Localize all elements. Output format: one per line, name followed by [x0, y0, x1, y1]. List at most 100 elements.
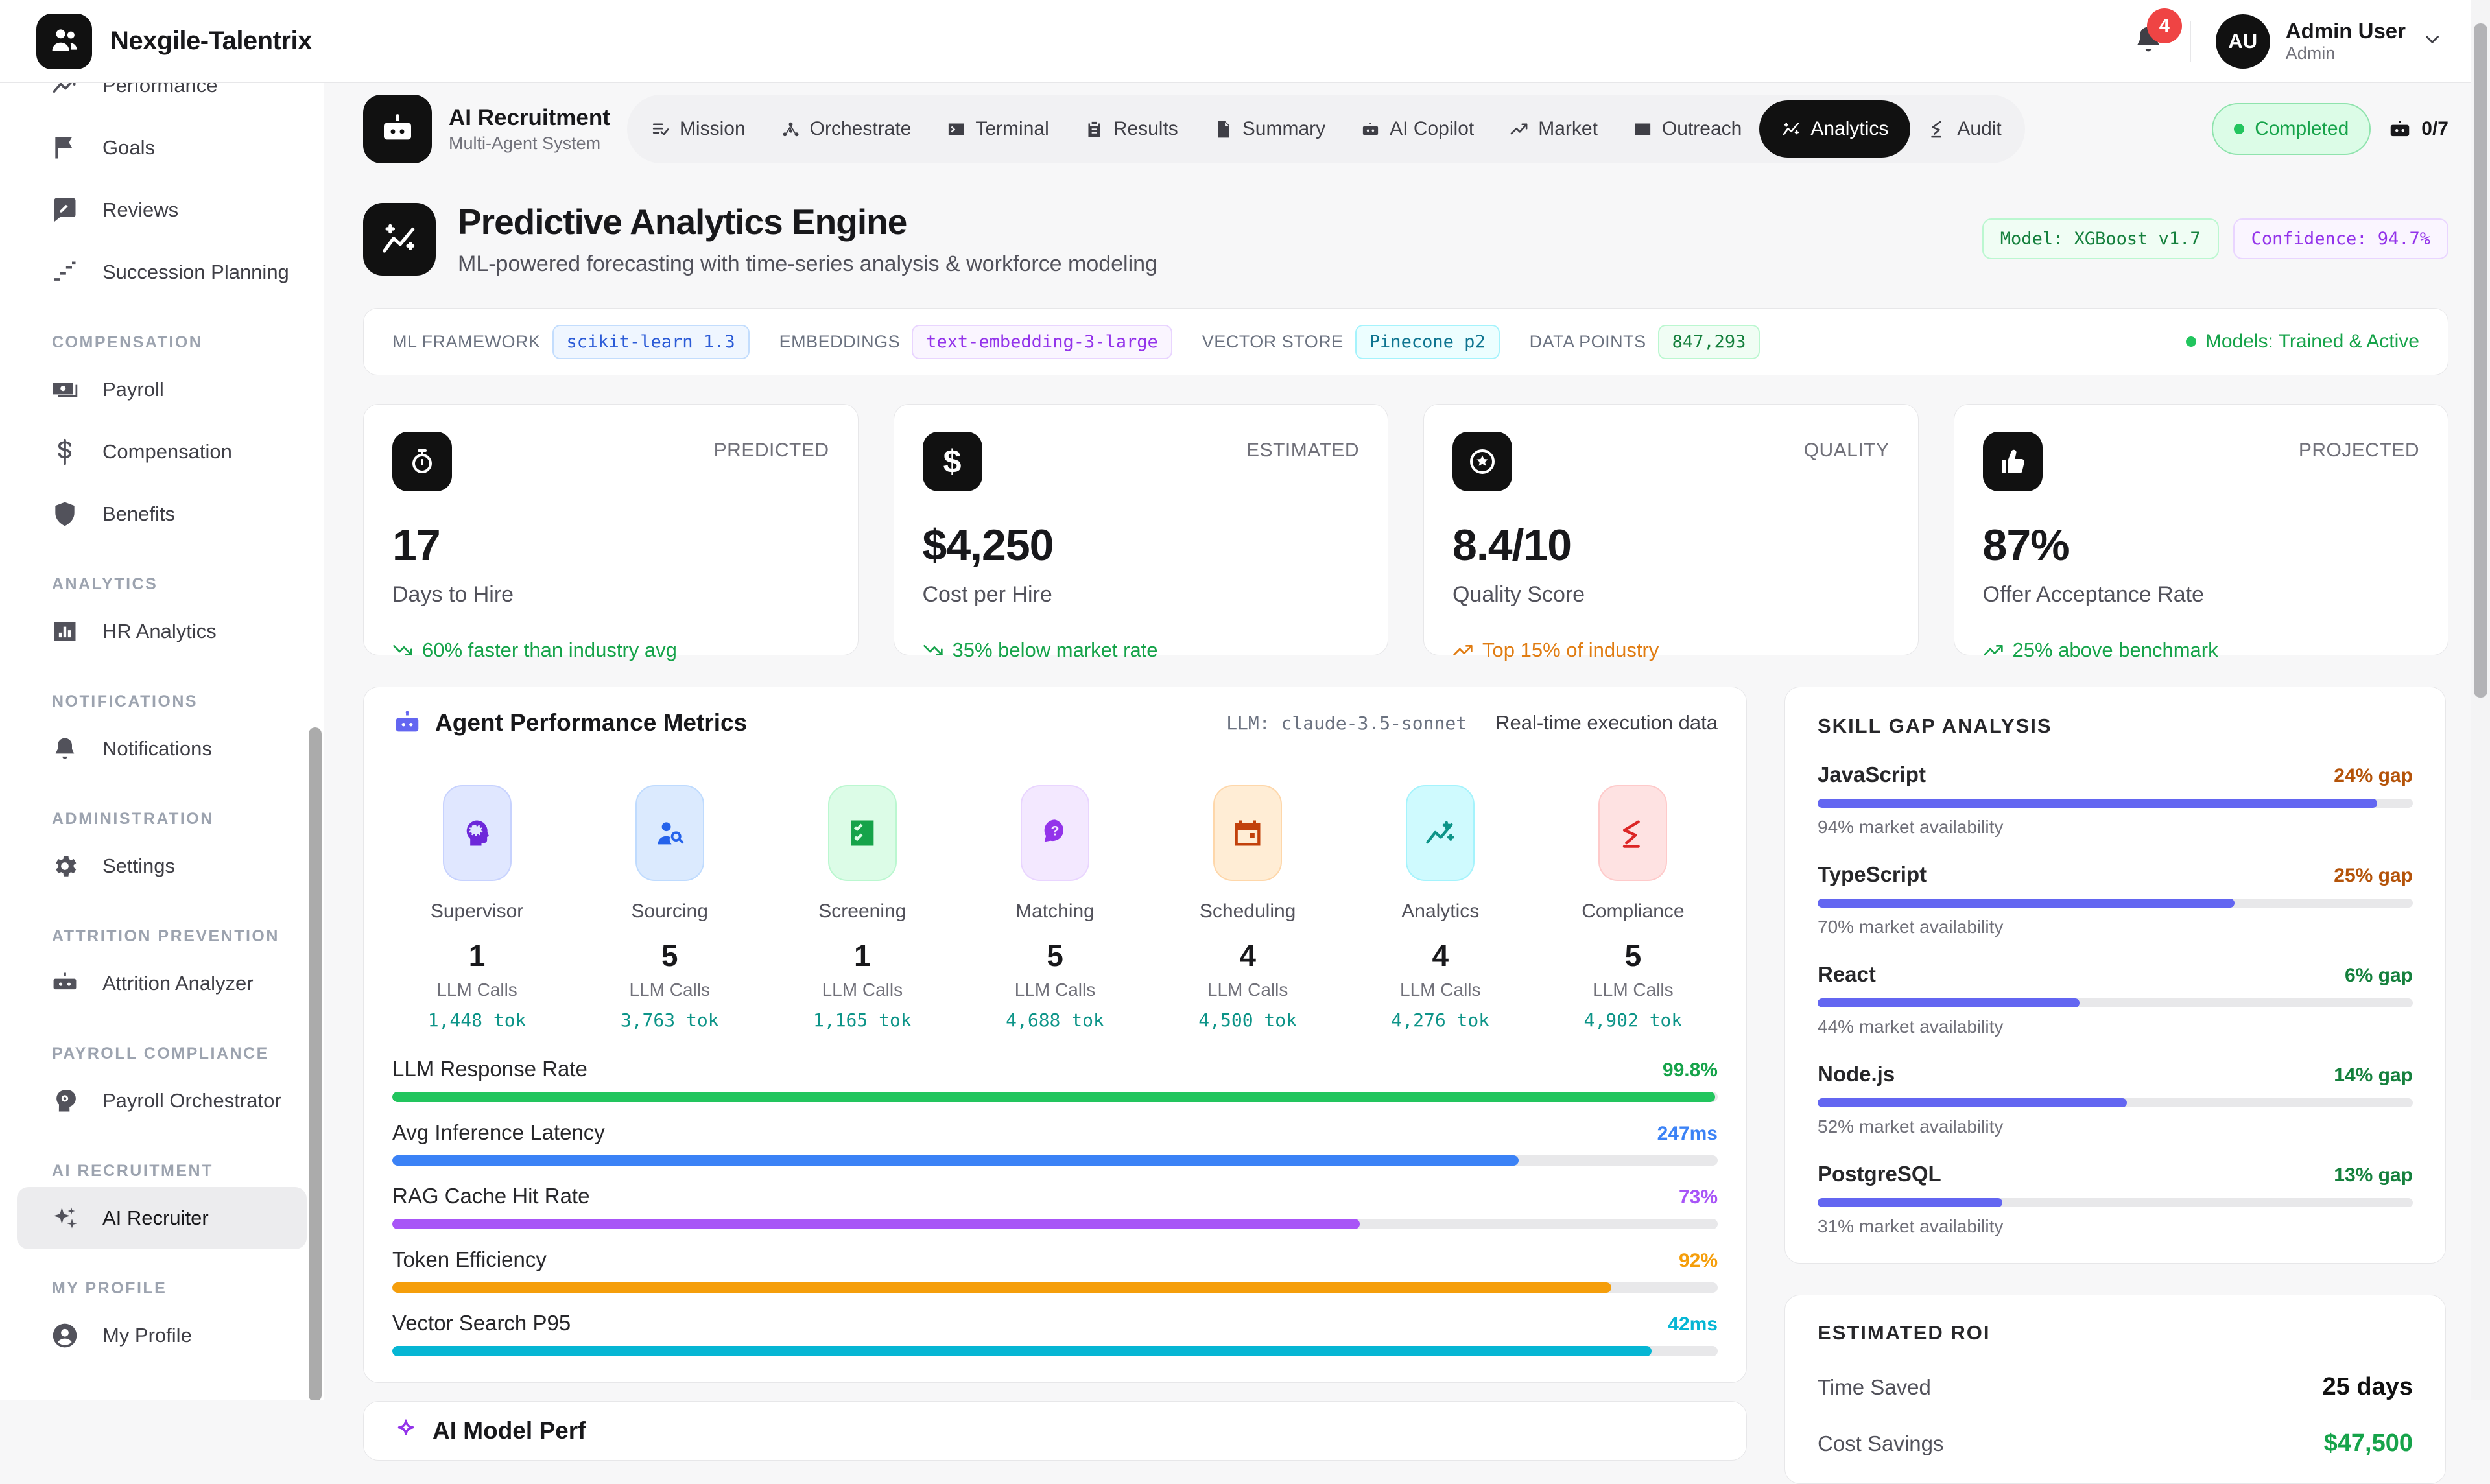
- checklist-icon: [828, 785, 897, 881]
- clipboard-icon: [1084, 119, 1104, 139]
- sidebar-item-attrition-analyzer[interactable]: Attrition Analyzer: [0, 952, 324, 1015]
- card-trend-label: 35% below market rate: [953, 639, 1158, 662]
- metric-value: 73%: [1679, 1186, 1718, 1208]
- sparkle-icon: [392, 1417, 420, 1444]
- progress-fill: [392, 1219, 1360, 1229]
- page-header: Predictive Analytics Engine ML-powered f…: [363, 201, 2448, 277]
- module-tab-bar: AI Recruitment Multi-Agent System Missio…: [363, 95, 2448, 163]
- scales-icon: [1598, 785, 1667, 881]
- skill-name: React: [1818, 962, 1876, 987]
- agent-tokens: 1,448 tok: [428, 1009, 527, 1031]
- sidebar-item-goals[interactable]: Goals: [0, 117, 324, 179]
- sidebar-item-my-profile[interactable]: My Profile: [0, 1304, 324, 1367]
- tab-label: Audit: [1957, 118, 2001, 140]
- agent-sourcing: Sourcing 5 LLM Calls 3,763 tok: [573, 785, 766, 1031]
- brand-logo: [36, 14, 92, 69]
- trend-up-icon: [1452, 640, 1473, 661]
- skill-track: [1818, 1098, 2413, 1107]
- tab-ai-copilot[interactable]: AI Copilot: [1343, 100, 1491, 158]
- sidebar-item-succession-planning[interactable]: Succession Planning: [0, 241, 324, 303]
- tab-analytics[interactable]: Analytics: [1759, 100, 1910, 158]
- sidebar-item-benefits[interactable]: Benefits: [0, 483, 324, 545]
- dollar-icon: $: [923, 432, 982, 491]
- window-scrollbar-thumb[interactable]: [2474, 23, 2487, 698]
- data-points-value: 847,293: [1658, 325, 1761, 359]
- user-menu[interactable]: AU Admin User Admin: [2216, 14, 2443, 69]
- robot-icon: [1360, 119, 1381, 139]
- stat-cards: PREDICTED 17 Days to Hire 60% faster tha…: [363, 404, 2448, 655]
- sidebar-item-reviews[interactable]: Reviews: [0, 179, 324, 241]
- bell-icon: [2131, 48, 2165, 59]
- progress-fill: [392, 1155, 1519, 1166]
- skill-track: [1818, 1198, 2413, 1207]
- notifications-button[interactable]: 4: [2131, 23, 2165, 60]
- sidebar-section-compensation: COMPENSATION: [0, 333, 324, 352]
- skill-fill: [1818, 998, 2080, 1007]
- metric-llm-response-rate: LLM Response Rate 99.8%: [392, 1057, 1718, 1102]
- roi-label: Time Saved: [1818, 1375, 1931, 1400]
- window-scrollbar[interactable]: [2471, 0, 2490, 1400]
- card-tag: PROJECTED: [2299, 440, 2419, 462]
- sidebar-item-ai-recruiter[interactable]: AI Recruiter: [17, 1187, 307, 1249]
- tab-label: AI Copilot: [1390, 118, 1474, 140]
- tab-summary[interactable]: Summary: [1196, 100, 1343, 158]
- sidebar-item-label: Payroll: [102, 378, 164, 401]
- skill-availability: 52% market availability: [1818, 1116, 2413, 1137]
- user-circle-icon: [51, 1321, 79, 1350]
- tab-outreach[interactable]: Outreach: [1615, 100, 1759, 158]
- progress-fill: [392, 1282, 1611, 1293]
- module-icon: [363, 95, 432, 163]
- metric-label: Token Efficiency: [392, 1247, 547, 1272]
- tab-orchestrate[interactable]: Orchestrate: [763, 100, 929, 158]
- sidebar-item-settings[interactable]: Settings: [0, 835, 324, 897]
- skill-fill: [1818, 899, 2235, 908]
- sidebar-scrollbar-thumb[interactable]: [309, 727, 322, 1400]
- list-icon: [650, 119, 670, 139]
- panel-title: SKILL GAP ANALYSIS: [1818, 714, 2413, 738]
- metric-token-efficiency: Token Efficiency 92%: [392, 1247, 1718, 1293]
- sidebar-section-notifications: NOTIFICATIONS: [0, 692, 324, 711]
- sidebar: Performance Goals Reviews Succession Pla…: [0, 83, 324, 1400]
- robot-icon: [2388, 117, 2412, 141]
- sidebar-item-performance[interactable]: Performance: [0, 83, 324, 117]
- data-points-label: DATA POINTS: [1530, 332, 1646, 352]
- agent-name: Compliance: [1582, 901, 1684, 923]
- tab-mission[interactable]: Mission: [633, 100, 763, 158]
- progress-fill: [392, 1092, 1715, 1102]
- sidebar-item-compensation[interactable]: Compensation: [0, 421, 324, 483]
- tab-results[interactable]: Results: [1067, 100, 1196, 158]
- skill-fill: [1818, 1098, 2127, 1107]
- agent-tokens: 4,500 tok: [1198, 1009, 1297, 1031]
- panel-title: ESTIMATED ROI: [1818, 1321, 2413, 1345]
- metric-vector-search-p95: Vector Search P95 42ms: [392, 1311, 1718, 1356]
- metric-avg-inference-latency: Avg Inference Latency 247ms: [392, 1120, 1718, 1166]
- svg-text:?: ?: [1050, 822, 1059, 838]
- skill-typescript: TypeScript 25% gap 70% market availabili…: [1818, 862, 2413, 937]
- metric-label: Avg Inference Latency: [392, 1120, 605, 1145]
- ml-framework-value: scikit-learn 1.3: [552, 325, 750, 359]
- agent-call-count: 1: [469, 938, 486, 973]
- robot-gear-icon: [51, 1087, 79, 1115]
- agent-name: Scheduling: [1200, 901, 1296, 923]
- agent-calls-label: LLM Calls: [436, 980, 517, 1000]
- sidebar-section-payroll-compliance: PAYROLL COMPLIANCE: [0, 1044, 324, 1063]
- card-label: Offer Acceptance Rate: [1983, 582, 2420, 607]
- supervisor-head-gear-icon: [443, 785, 512, 881]
- status-dot: [2234, 124, 2244, 134]
- tab-terminal[interactable]: Terminal: [929, 100, 1066, 158]
- progress-count: 0/7: [2421, 118, 2448, 140]
- roi-value: 25 days: [2323, 1373, 2413, 1401]
- sidebar-item-notifications[interactable]: Notifications: [0, 718, 324, 780]
- skill-gap: 24% gap: [2334, 765, 2413, 787]
- sidebar-item-payroll[interactable]: Payroll: [0, 359, 324, 421]
- sidebar-item-hr-analytics[interactable]: HR Analytics: [0, 600, 324, 663]
- chart-sparkle-icon: [1781, 119, 1801, 139]
- skill-fill: [1818, 799, 2377, 808]
- document-icon: [1213, 119, 1233, 139]
- agent-call-count: 1: [854, 938, 871, 973]
- sidebar-section-attrition-prevention: ATTRITION PREVENTION: [0, 927, 324, 946]
- sidebar-item-payroll-orchestrator[interactable]: Payroll Orchestrator: [0, 1070, 324, 1132]
- card-trend: 35% below market rate: [923, 639, 1360, 662]
- tab-audit[interactable]: Audit: [1910, 100, 2019, 158]
- tab-market[interactable]: Market: [1491, 100, 1615, 158]
